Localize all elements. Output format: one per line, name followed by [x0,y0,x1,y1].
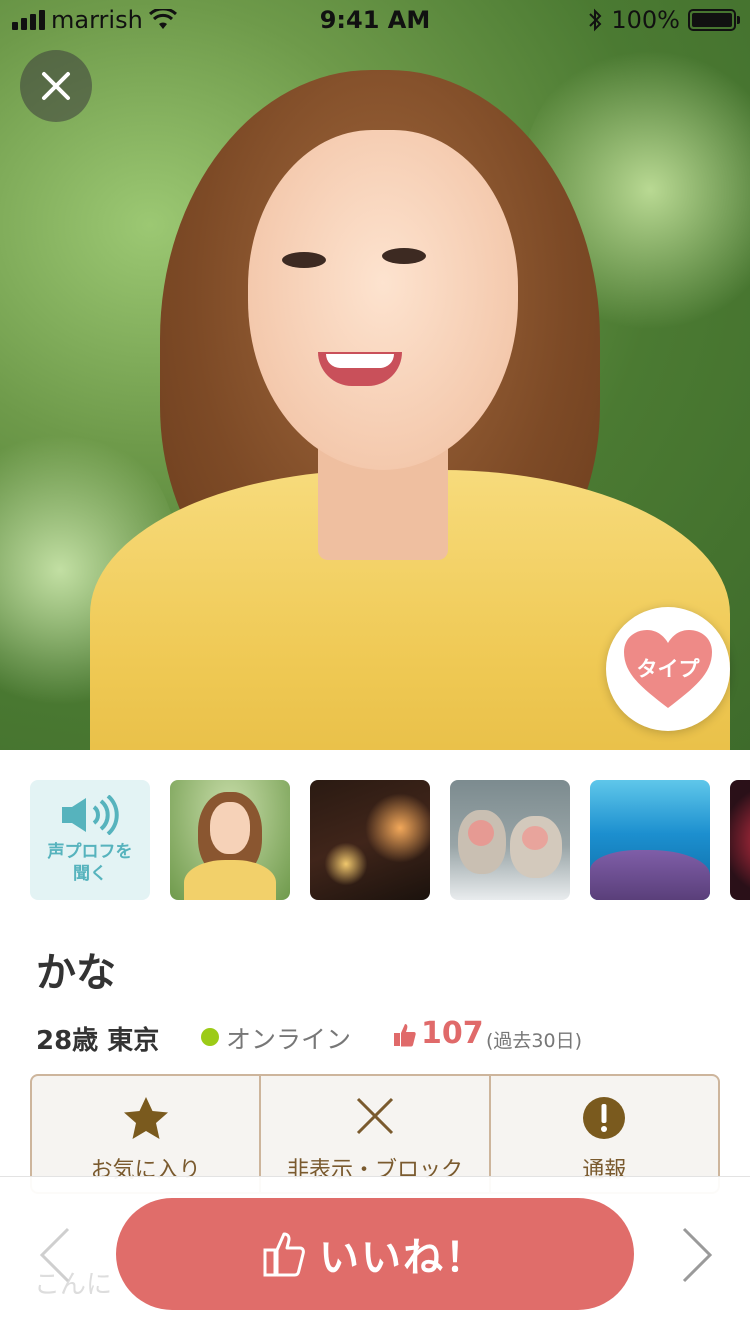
online-status: オンライン [226,1025,352,1054]
close-icon [42,72,70,100]
thumbs-up-icon [394,1024,416,1047]
like-button-label: いいね！ [319,1235,487,1281]
chevron-left-icon [39,1227,70,1283]
photo-thumbnail-strip[interactable]: 声プロフを聞く [30,780,750,900]
chevron-right-icon [682,1227,713,1283]
battery-icon [688,9,740,31]
next-profile-button[interactable] [676,1225,716,1285]
status-bar: marrish 9:41 AM 100% [0,0,750,40]
battery-percent: 100% [611,6,680,34]
hide-block-button[interactable]: 非表示・ブロック [261,1076,491,1192]
voice-profile-button[interactable]: 声プロフを聞く [30,780,150,900]
likes-period: (過去30日) [486,1030,583,1052]
photo-eye [382,248,426,264]
photo-thumbnail[interactable] [590,780,710,900]
type-button[interactable]: タイプ [606,607,730,731]
profile-name: かな [36,950,116,996]
x-icon [356,1097,394,1135]
like-button[interactable]: いいね！ [116,1198,634,1310]
star-icon [123,1097,168,1139]
previous-profile-button[interactable] [36,1225,76,1285]
bluetooth-icon [589,8,602,32]
photo-face [248,130,518,470]
favorite-button[interactable]: お気に入り [32,1076,262,1192]
age-location: 28歳 東京 [36,1026,160,1056]
report-button[interactable]: 通報 [491,1076,718,1192]
photo-thumbnail[interactable] [170,780,290,900]
exclamation-icon [583,1097,626,1139]
close-button[interactable] [20,50,92,122]
photo-thumbnail[interactable] [310,780,430,900]
photo-thumbnail[interactable] [450,780,570,900]
speaker-icon [62,795,119,835]
likes-count: 107 [421,1016,484,1051]
voice-profile-label: 声プロフを聞く [47,842,133,884]
photo-eye [282,252,326,268]
photo-teeth [326,354,394,368]
thumbs-up-icon [263,1232,305,1277]
photo-thumbnail[interactable] [730,780,750,900]
profile-meta: 28歳 東京 オンライン 107 (過去30日) [36,1016,736,1056]
online-indicator [201,1028,219,1046]
type-button-label: タイプ [636,657,700,681]
status-right: 100% [587,6,740,34]
